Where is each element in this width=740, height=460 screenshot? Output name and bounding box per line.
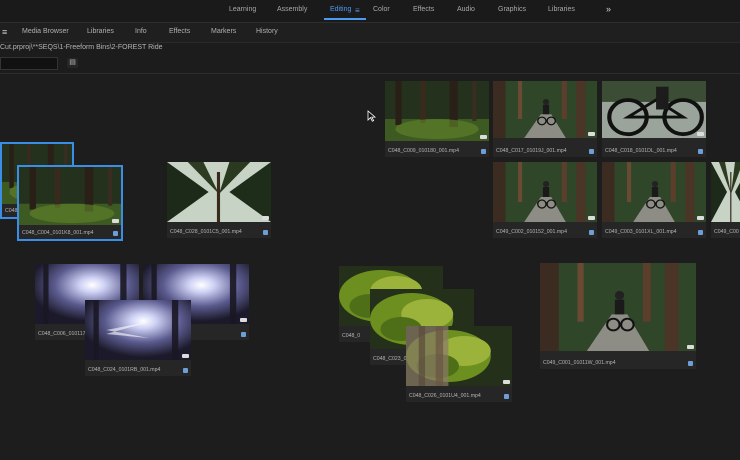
tab-libraries[interactable]: Libraries — [87, 28, 114, 35]
workspace-menu-icon[interactable]: ≡ — [355, 6, 360, 15]
workspace-tab-effects[interactable]: Effects — [413, 6, 434, 13]
clip-tile[interactable]: C049_C001_01011W_001.mp4 — [540, 263, 696, 369]
clip-thumbnail — [493, 81, 597, 138]
workspace-tab-editing[interactable]: Editing — [330, 6, 351, 13]
workspace-tab-libraries[interactable]: Libraries — [548, 6, 575, 13]
clip-name: C049_C001_01011W_001.mp4 — [543, 360, 616, 366]
tab-history[interactable]: History — [256, 28, 278, 35]
clip-format-icon — [112, 219, 119, 223]
search-input[interactable] — [0, 57, 58, 70]
panel-menu-icon[interactable]: ≡ — [2, 27, 7, 37]
clip-thumbnail — [602, 81, 706, 138]
clip-thumbnail — [167, 162, 271, 222]
tab-effects[interactable]: Effects — [169, 28, 190, 35]
clip-name: C048_C004_0101K8_001.mp4 — [22, 230, 94, 236]
clip-label-color-icon[interactable] — [698, 149, 703, 154]
clip-tile[interactable]: C049_C002_010152_001.mp4 — [493, 162, 597, 238]
clip-label-color-icon[interactable] — [241, 332, 246, 337]
mouse-pointer-icon — [367, 110, 377, 122]
clip-tile[interactable]: C048_C028_0101C5_001.mp4 — [167, 162, 271, 238]
clip-format-icon — [588, 216, 595, 220]
clip-thumbnail — [540, 263, 696, 351]
clip-format-icon — [480, 135, 487, 139]
clip-label-color-icon[interactable] — [113, 231, 118, 236]
clip-name: C048_C026_0101U4_001.mp4 — [409, 393, 481, 399]
workspace-tab-learning[interactable]: Learning — [229, 6, 256, 13]
clip-name: C049_C002_010152_001.mp4 — [496, 229, 567, 235]
clip-thumbnail — [85, 300, 191, 360]
clip-format-icon — [697, 132, 704, 136]
clip-name: C048_C024_0101RB_001.mp4 — [88, 367, 161, 373]
clip-format-icon — [588, 132, 595, 136]
clip-tile[interactable]: C049_C003_0101XL_001.mp4 — [602, 162, 706, 238]
clip-thumbnail — [406, 326, 512, 386]
clip-name: C048_C028_0101C5_001.mp4 — [170, 229, 242, 235]
clip-thumbnail — [19, 167, 121, 225]
clip-format-icon — [503, 380, 510, 384]
bin-path: Cut.prproj\**SEQS\1-Freeform Bins\2-FORE… — [0, 44, 163, 51]
clip-format-icon — [182, 354, 189, 358]
clip-thumbnail — [385, 81, 489, 141]
tab-media-browser[interactable]: Media Browser — [22, 28, 69, 35]
clip-label-color-icon[interactable] — [263, 230, 268, 235]
clip-tile[interactable]: C048_C009_010180_001.mp4 — [385, 81, 489, 157]
workspace-tab-graphics[interactable]: Graphics — [498, 6, 526, 13]
clip-label-color-icon[interactable] — [688, 361, 693, 366]
clip-format-icon — [687, 345, 694, 349]
clip-name: C048_C017_01019J_001.mp4 — [496, 148, 567, 154]
workspace-tab-color[interactable]: Color — [373, 6, 390, 13]
clip-tile[interactable]: C048_C026_0101U4_001.mp4 — [406, 326, 512, 402]
clip-format-icon — [262, 216, 269, 220]
tab-info[interactable]: Info — [135, 28, 147, 35]
clip-label-color-icon[interactable] — [481, 149, 486, 154]
new-bin-icon[interactable]: ▤ — [67, 58, 78, 68]
clip-tile[interactable]: C048_C018_0101DL_001.mp4 — [602, 81, 706, 157]
clip-name: C048_C018_0101DL_001.mp4 — [605, 148, 677, 154]
active-workspace-underline — [324, 18, 366, 20]
workspace-tab-audio[interactable]: Audio — [457, 6, 475, 13]
clip-tile[interactable]: C048_C017_01019J_001.mp4 — [493, 81, 597, 157]
clip-format-icon — [240, 318, 247, 322]
clip-tile[interactable]: C049_C00 — [711, 162, 740, 238]
clip-label-color-icon[interactable] — [504, 394, 509, 399]
clip-label-color-icon[interactable] — [698, 230, 703, 235]
clip-tile[interactable]: C048_C024_0101RB_001.mp4 — [85, 300, 191, 376]
clip-format-icon — [697, 216, 704, 220]
clip-label-color-icon[interactable] — [183, 368, 188, 373]
clip-thumbnail — [711, 162, 740, 222]
workspace-bar: Learning Assembly Editing ≡ Color Effect… — [0, 0, 740, 22]
clip-label-color-icon[interactable] — [589, 230, 594, 235]
clip-name: C049_C00 — [714, 229, 739, 235]
panel-tab-bar: ≡ Media Browser Libraries Info Effects M… — [0, 23, 740, 43]
tab-markers[interactable]: Markers — [211, 28, 236, 35]
clip-thumbnail — [602, 162, 706, 222]
clip-name: C049_C003_0101XL_001.mp4 — [605, 229, 677, 235]
workspace-tab-assembly[interactable]: Assembly — [277, 6, 307, 13]
clip-name: C048_C009_010180_001.mp4 — [388, 148, 459, 154]
clip-label-color-icon[interactable] — [589, 149, 594, 154]
clip-tile[interactable]: C048_C004_0101K8_001.mp4 — [17, 165, 123, 241]
clip-thumbnail — [493, 162, 597, 222]
more-workspaces-icon[interactable]: » — [606, 4, 611, 14]
